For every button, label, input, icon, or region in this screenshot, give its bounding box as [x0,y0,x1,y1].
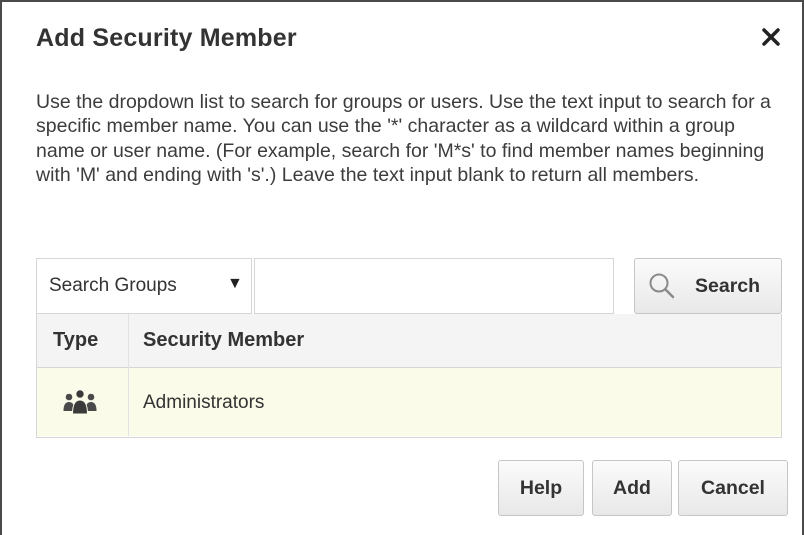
search-scope-selected: Search Groups [49,275,177,296]
column-header-type[interactable]: Type [53,329,98,352]
column-header-security-member[interactable]: Security Member [143,329,304,352]
member-search-input[interactable] [254,258,614,314]
search-icon [649,273,675,299]
search-row: Search Groups ▼ Search [36,258,782,314]
close-button[interactable] [754,20,788,54]
dialog-description: Use the dropdown list to search for grou… [36,91,771,187]
close-icon [762,28,780,46]
table-row[interactable]: Administrators [37,368,781,436]
column-divider [128,314,129,436]
members-table: Type Security Member Administrators [36,314,782,438]
dropdown-arrow-icon: ▼ [227,275,243,292]
dialog-title-bar: Add Security Member [2,0,802,74]
help-button[interactable]: Help [498,460,584,516]
add-button[interactable]: Add [592,460,672,516]
dialog-title: Add Security Member [36,24,297,52]
search-button[interactable]: Search [634,258,782,314]
group-icon [63,389,97,415]
search-scope-dropdown[interactable]: Search Groups ▼ [36,258,252,314]
add-security-member-dialog: Add Security Member Use the dropdown lis… [0,0,804,535]
cancel-button[interactable]: Cancel [678,460,788,516]
member-name: Administrators [143,392,265,413]
search-button-label: Search [695,275,761,297]
table-header: Type Security Member [37,314,781,368]
